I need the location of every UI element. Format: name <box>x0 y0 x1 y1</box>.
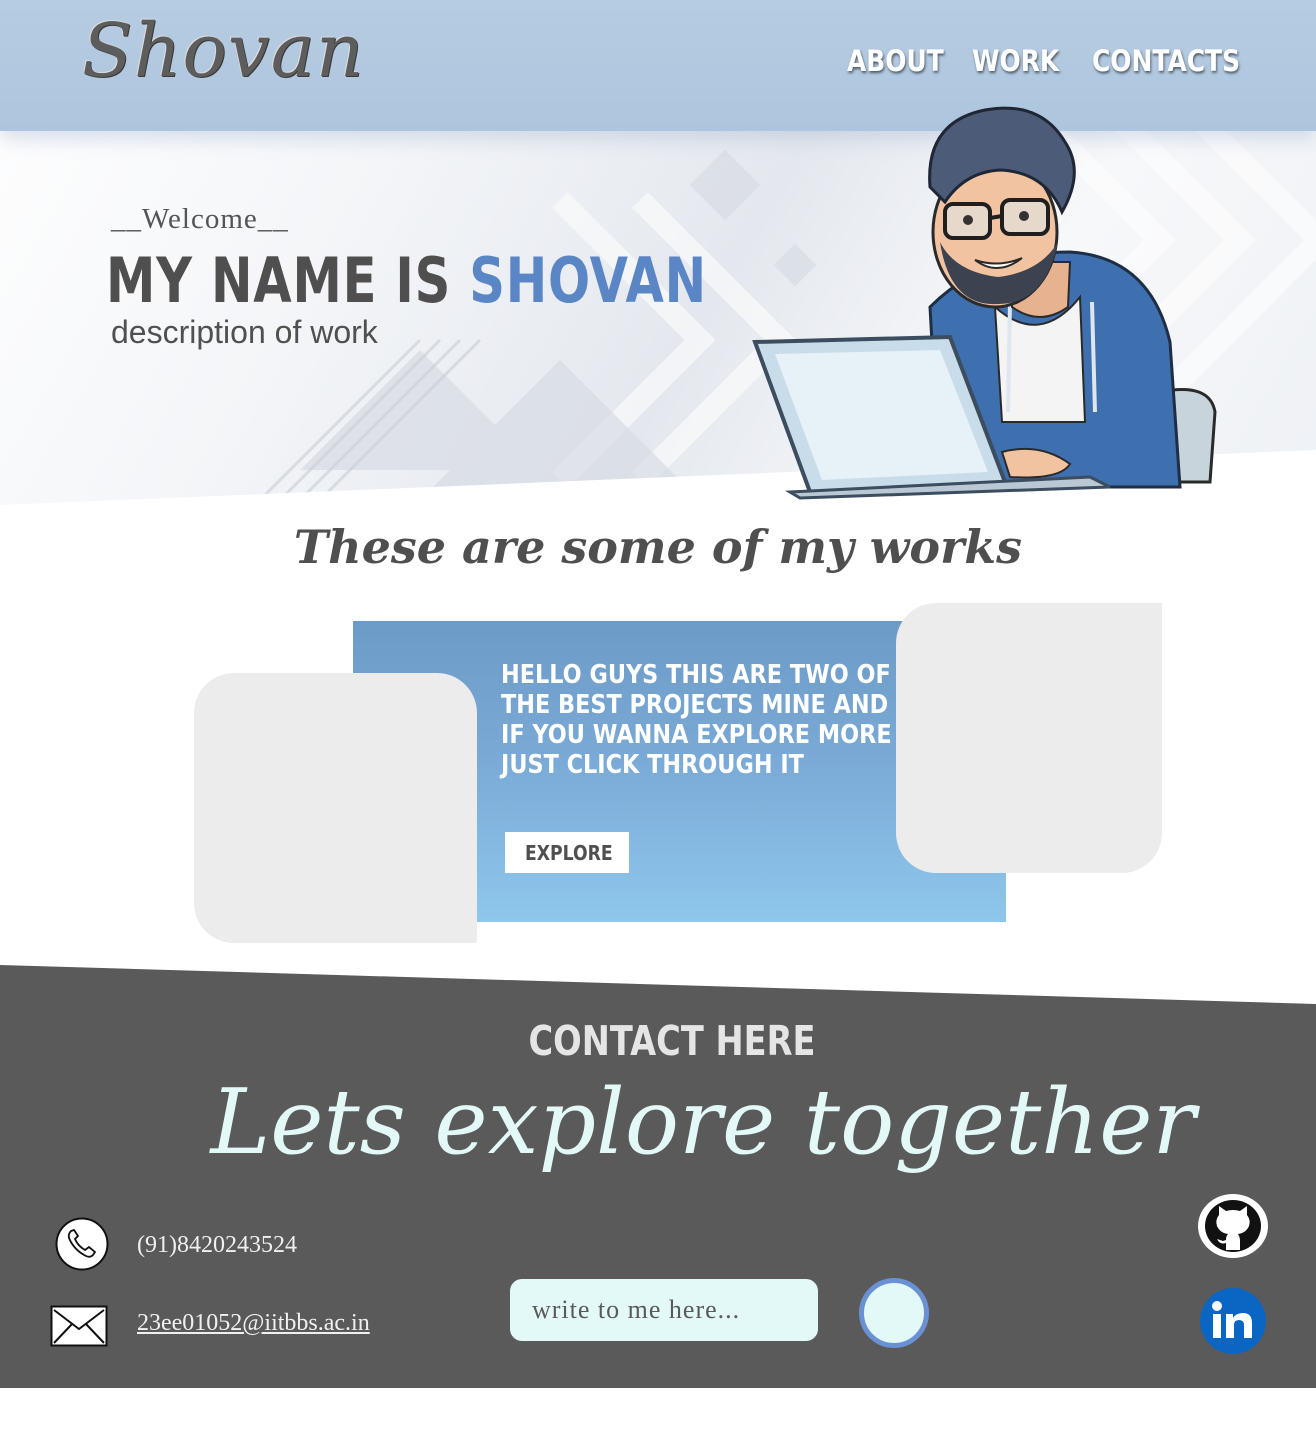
project-card-1[interactable] <box>194 673 477 943</box>
nav-link-contacts[interactable]: CONTACTS <box>1092 44 1240 78</box>
linkedin-icon[interactable] <box>1199 1287 1267 1355</box>
hero-headline: MY NAME IS SHOVAN <box>106 244 707 317</box>
contact-tagline: Lets explore together <box>210 1070 1196 1175</box>
explore-button-label: EXPLORE <box>525 840 613 865</box>
works-title: These are some of my works <box>293 520 1023 574</box>
nav-link-work[interactable]: WORK <box>972 44 1059 78</box>
hero-description: description of work <box>111 314 378 350</box>
phone-icon <box>55 1217 109 1271</box>
works-description: hello guys this are two of the best proj… <box>501 660 892 780</box>
send-button[interactable] <box>859 1278 929 1348</box>
message-input[interactable] <box>510 1279 818 1341</box>
phone-number: (91)8420243524 <box>137 1232 297 1258</box>
logo[interactable]: Shovan <box>82 8 365 94</box>
mail-icon <box>50 1305 108 1347</box>
developer-illustration <box>752 106 1217 500</box>
headline-name: SHOVAN <box>469 244 707 317</box>
contact-heading-text: CONTACT HERE <box>528 1017 816 1065</box>
nav-link-about[interactable]: ABOUT <box>847 44 944 78</box>
project-card-2[interactable] <box>896 603 1162 873</box>
explore-button[interactable]: EXPLORE <box>505 832 629 873</box>
headline-prefix: MY NAME IS <box>106 244 470 317</box>
welcome-text: __Welcome__ <box>111 203 289 235</box>
contact-heading: CONTACT HERE <box>0 1017 1316 1065</box>
github-icon[interactable] <box>1197 1193 1269 1259</box>
email-link[interactable]: 23ee01052@iitbbs.ac.in <box>137 1310 370 1337</box>
